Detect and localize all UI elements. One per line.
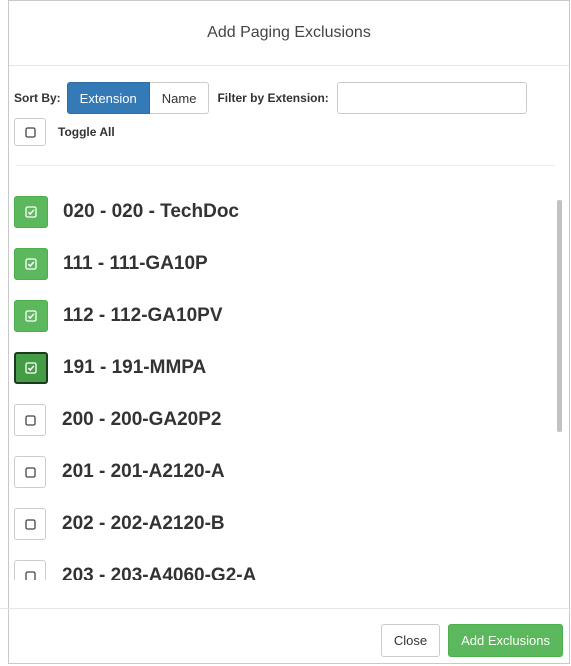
footer-divider	[0, 608, 571, 609]
item-label: 111 - 111-GA10P	[63, 253, 208, 274]
item-checkbox[interactable]	[14, 248, 48, 280]
check-square-icon	[25, 258, 37, 270]
list-item[interactable]: 200 - 200-GA20P2	[14, 394, 562, 446]
controls-divider	[16, 165, 555, 166]
sort-by-label: Sort By:	[14, 91, 61, 105]
dialog-footer: Close Add Exclusions	[380, 624, 563, 657]
list-item[interactable]: 191 - 191-MMPA	[14, 342, 562, 394]
item-checkbox[interactable]	[14, 560, 46, 580]
item-checkbox[interactable]	[14, 508, 46, 540]
toggle-all-label: Toggle All	[58, 125, 115, 139]
item-label: 020 - 020 - TechDoc	[63, 201, 240, 222]
check-square-icon	[25, 310, 37, 322]
extension-list[interactable]: 020 - 020 - TechDoc 111 - 111-GA10P 112 - …	[14, 186, 562, 580]
list-controls: Sort By: Extension Name Filter by Extens…	[14, 82, 554, 146]
sort-name-button[interactable]: Name	[149, 82, 210, 114]
sort-extension-button[interactable]: Extension	[66, 82, 150, 114]
item-checkbox[interactable]	[14, 300, 48, 332]
dialog-title: Add Paging Exclusions	[207, 24, 371, 41]
square-icon	[24, 518, 36, 530]
check-square-icon	[25, 362, 37, 374]
list-item[interactable]: 111 - 111-GA10P	[14, 238, 562, 290]
item-label: 203 - 203-A4060-G2-A	[62, 565, 257, 580]
item-checkbox[interactable]	[14, 404, 46, 436]
list-item[interactable]: 112 - 112-GA10PV	[14, 290, 562, 342]
list-item[interactable]: 203 - 203-A4060-G2-A	[14, 550, 562, 580]
filter-input[interactable]	[336, 82, 527, 114]
square-icon	[24, 414, 36, 426]
list-scrollbar[interactable]	[557, 200, 562, 432]
item-label: 191 - 191-MMPA	[63, 357, 207, 378]
list-item[interactable]: 020 - 020 - TechDoc	[14, 186, 562, 238]
close-button[interactable]: Close	[380, 624, 441, 657]
item-label: 202 - 202-A2120-B	[62, 513, 225, 534]
item-checkbox[interactable]	[14, 456, 46, 488]
list-item[interactable]: 201 - 201-A2120-A	[14, 446, 562, 498]
add-exclusions-button[interactable]: Add Exclusions	[448, 624, 563, 657]
square-icon	[24, 466, 36, 478]
item-label: 201 - 201-A2120-A	[62, 461, 225, 482]
item-label: 112 - 112-GA10PV	[63, 305, 223, 326]
list-item[interactable]: 202 - 202-A2120-B	[14, 498, 562, 550]
item-checkbox[interactable]	[14, 352, 48, 384]
square-icon	[24, 126, 36, 138]
item-checkbox[interactable]	[14, 196, 48, 228]
toggle-all-checkbox[interactable]	[14, 118, 46, 146]
item-label: 200 - 200-GA20P2	[62, 409, 222, 430]
filter-label: Filter by Extension:	[217, 91, 329, 105]
square-icon	[24, 570, 36, 580]
dialog-header: Add Paging Exclusions	[9, 1, 569, 66]
check-square-icon	[25, 206, 37, 218]
